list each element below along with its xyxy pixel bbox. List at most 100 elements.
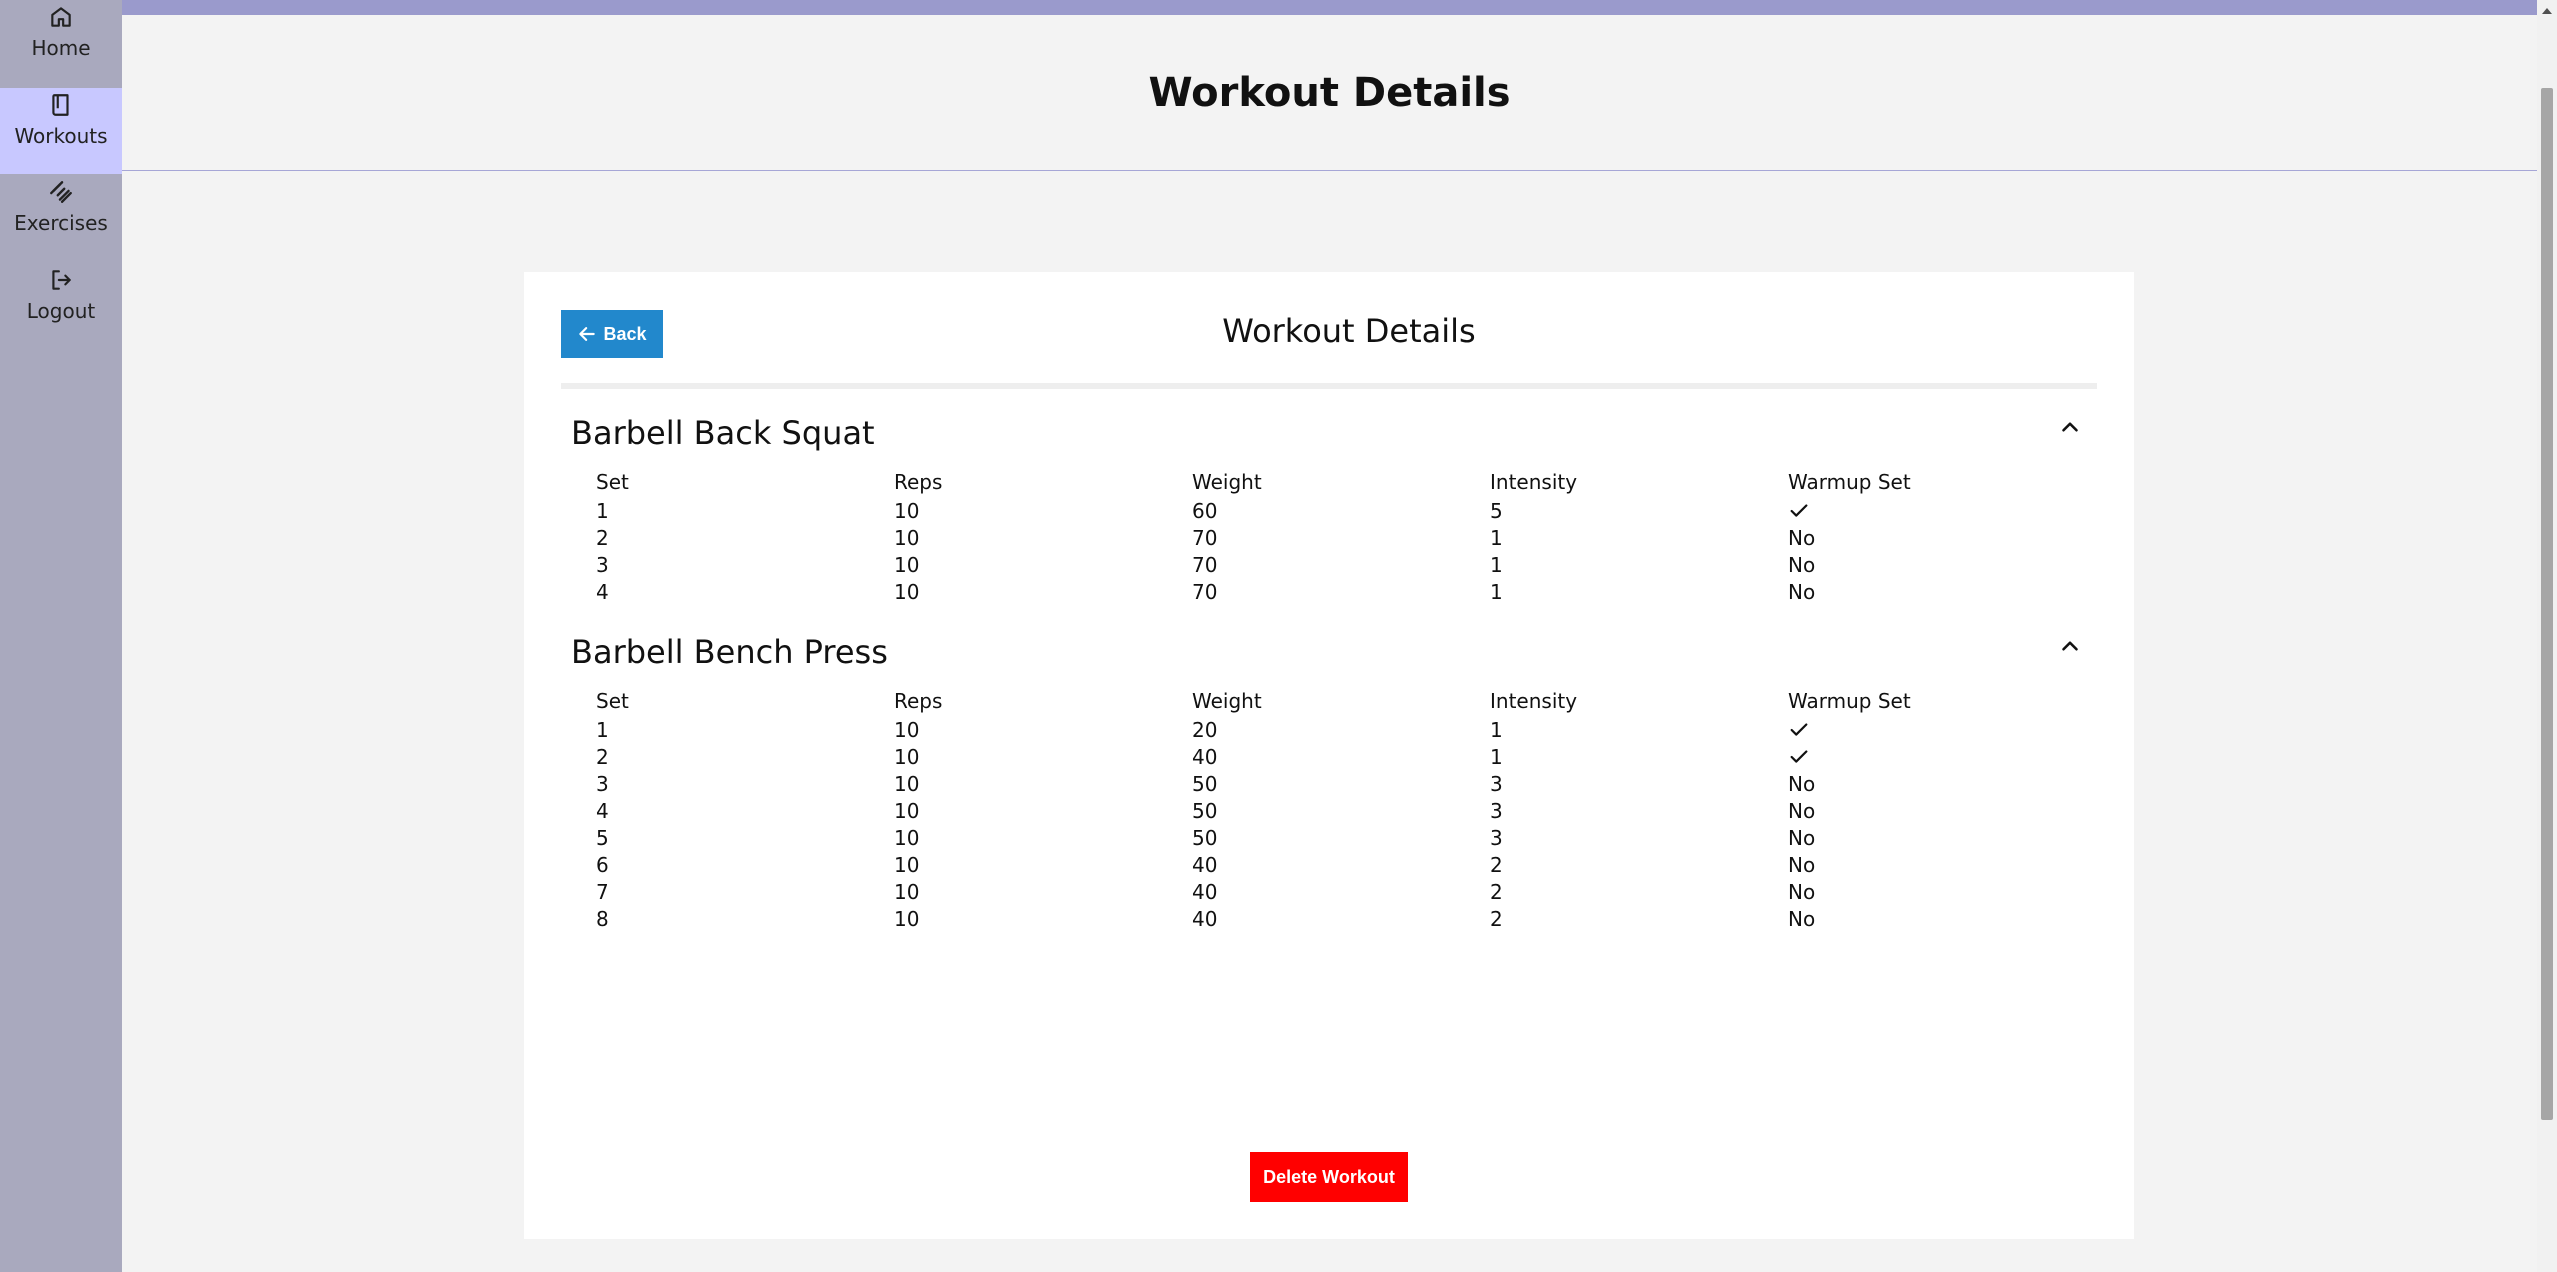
intensity-cell: 2 xyxy=(1490,852,1503,877)
reps-cell: 10 xyxy=(894,879,920,904)
dumbbell-icon xyxy=(50,181,72,203)
reps-cell: 10 xyxy=(894,852,920,877)
intensity-cell: 1 xyxy=(1490,744,1503,769)
intensity-cell: 5 xyxy=(1490,498,1503,523)
checkmark-icon xyxy=(1790,749,1808,763)
column-header-reps: Reps xyxy=(894,688,943,713)
exercise-section: Barbell Back Squat Set Reps Weight Inten… xyxy=(561,414,2097,604)
checkmark-icon xyxy=(1790,722,1808,736)
table-row: 5 10 50 3 No xyxy=(596,824,2086,851)
logout-icon xyxy=(52,270,71,290)
reps-cell: 10 xyxy=(894,744,920,769)
sidebar-item-label: Home xyxy=(31,36,91,60)
scroll-up-arrow-icon[interactable] xyxy=(2537,0,2557,20)
workout-details-card: Back Workout Details Barbell Back Squat … xyxy=(524,272,2134,1239)
intensity-cell: 2 xyxy=(1490,906,1503,931)
sidebar-item-label: Workouts xyxy=(14,124,108,148)
warmup-cell: No xyxy=(1788,879,1816,904)
warmup-cell: No xyxy=(1788,906,1816,931)
intensity-cell: 3 xyxy=(1490,825,1503,850)
chevron-up-icon[interactable] xyxy=(2057,633,2083,659)
sidebar-item-exercises[interactable]: Exercises xyxy=(0,175,122,261)
reps-cell: 10 xyxy=(894,798,920,823)
weight-cell: 40 xyxy=(1192,879,1218,904)
exercise-section: Barbell Bench Press Set Reps Weight Inte… xyxy=(561,633,2097,953)
sidebar-item-home[interactable]: Home xyxy=(0,0,122,86)
set-cell: 5 xyxy=(596,825,609,850)
reps-cell: 10 xyxy=(894,771,920,796)
weight-cell: 70 xyxy=(1192,525,1218,550)
sidebar-item-label: Logout xyxy=(26,299,96,323)
column-header-weight: Weight xyxy=(1192,469,1262,494)
sets-table-body: 1 10 20 1 2 10 40 1 3 10 50 3 No 4 10 50 3 No 5 10 50 3 No 6 10 4… xyxy=(596,716,2086,932)
weight-cell: 70 xyxy=(1192,579,1218,604)
warmup-cell: No xyxy=(1788,525,1816,550)
divider xyxy=(561,383,2097,389)
warmup-cell: No xyxy=(1788,825,1816,850)
warmup-cell: No xyxy=(1788,852,1816,877)
column-header-set: Set xyxy=(596,688,629,713)
column-header-warmup: Warmup Set xyxy=(1788,469,1911,494)
book-icon xyxy=(52,94,69,116)
weight-cell: 70 xyxy=(1192,552,1218,577)
table-row: 4 10 50 3 No xyxy=(596,797,2086,824)
warmup-cell: No xyxy=(1788,579,1816,604)
table-header-row: Set Reps Weight Intensity Warmup Set xyxy=(596,685,2086,716)
set-cell: 2 xyxy=(596,744,609,769)
weight-cell: 20 xyxy=(1192,717,1218,742)
sidebar-item-workouts[interactable]: Workouts xyxy=(0,88,122,174)
scrollbar[interactable] xyxy=(2537,0,2557,1272)
warmup-cell: No xyxy=(1788,798,1816,823)
sidebar-item-label: Exercises xyxy=(14,211,108,235)
set-cell: 4 xyxy=(596,579,609,604)
weight-cell: 50 xyxy=(1192,825,1218,850)
reps-cell: 10 xyxy=(894,906,920,931)
set-cell: 3 xyxy=(596,552,609,577)
sidebar: Home Workouts Exercises Logout xyxy=(0,0,122,1272)
intensity-cell: 3 xyxy=(1490,798,1503,823)
chevron-up-icon[interactable] xyxy=(2057,414,2083,440)
intensity-cell: 1 xyxy=(1490,552,1503,577)
table-row: 7 10 40 2 No xyxy=(596,878,2086,905)
set-cell: 8 xyxy=(596,906,609,931)
warmup-cell xyxy=(1788,716,2086,743)
set-cell: 4 xyxy=(596,798,609,823)
weight-cell: 40 xyxy=(1192,906,1218,931)
page-title: Workout Details xyxy=(1148,70,1511,116)
intensity-cell: 1 xyxy=(1490,525,1503,550)
weight-cell: 50 xyxy=(1192,771,1218,796)
reps-cell: 10 xyxy=(894,552,920,577)
column-header-intensity: Intensity xyxy=(1490,688,1578,713)
column-header-reps: Reps xyxy=(894,469,943,494)
reps-cell: 10 xyxy=(894,579,920,604)
delete-workout-button[interactable]: Delete Workout xyxy=(1250,1152,1408,1202)
reps-cell: 10 xyxy=(894,825,920,850)
column-header-intensity: Intensity xyxy=(1490,469,1578,494)
set-cell: 3 xyxy=(596,771,609,796)
weight-cell: 60 xyxy=(1192,498,1218,523)
checkmark-icon xyxy=(1790,503,1808,517)
sets-table: Set Reps Weight Intensity Warmup Set 1 10… xyxy=(596,685,2086,932)
sets-table-body: 1 10 60 5 2 10 70 1 No 3 10 70 1 No 4 10 70 1 No xyxy=(596,497,2086,605)
set-cell: 2 xyxy=(596,525,609,550)
table-row: 3 10 70 1 No xyxy=(596,551,2086,578)
set-cell: 6 xyxy=(596,852,609,877)
table-row: 1 10 20 1 xyxy=(596,716,2086,743)
column-header-warmup: Warmup Set xyxy=(1788,688,1911,713)
exercise-name: Barbell Back Squat xyxy=(571,414,875,452)
page-header: Workout Details xyxy=(122,15,2537,171)
warmup-cell: No xyxy=(1788,771,1816,796)
sidebar-item-logout[interactable]: Logout xyxy=(0,263,122,349)
reps-cell: 10 xyxy=(894,717,920,742)
set-cell: 7 xyxy=(596,879,609,904)
sets-table: Set Reps Weight Intensity Warmup Set 1 10… xyxy=(596,466,2086,605)
home-icon xyxy=(51,7,71,27)
table-row: 8 10 40 2 No xyxy=(596,905,2086,932)
card-title: Workout Details xyxy=(1222,312,1476,350)
table-header-row: Set Reps Weight Intensity Warmup Set xyxy=(596,466,2086,497)
table-row: 3 10 50 3 No xyxy=(596,770,2086,797)
exercise-name: Barbell Bench Press xyxy=(571,633,888,671)
table-row: 1 10 60 5 xyxy=(596,497,2086,524)
scroll-thumb[interactable] xyxy=(2541,88,2553,1120)
reps-cell: 10 xyxy=(894,525,920,550)
